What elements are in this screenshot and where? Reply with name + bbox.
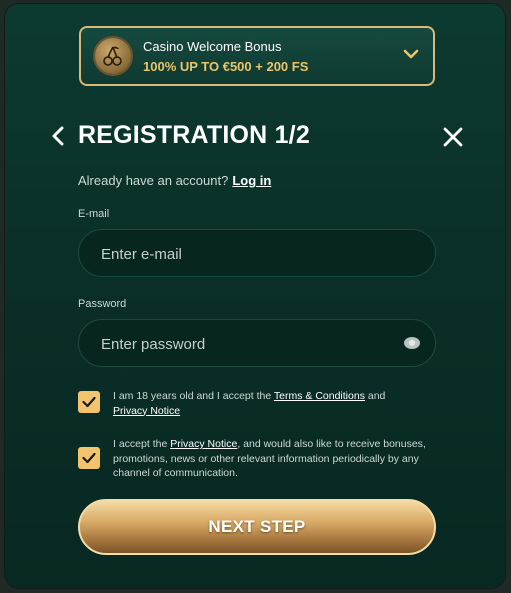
cherry-icon	[95, 38, 131, 74]
email-label: E-mail	[78, 208, 110, 220]
privacy-notice-link[interactable]: Privacy Notice	[113, 405, 180, 417]
page-title: REGISTRATION 1/2	[78, 121, 310, 149]
password-field[interactable]	[99, 320, 393, 368]
age-consent-text: I am 18 years old and I accept the Terms…	[113, 389, 433, 418]
privacy-notice-link[interactable]: Privacy Notice	[170, 438, 237, 450]
login-prompt: Already have an account? Log in	[78, 173, 271, 188]
bonus-title: Casino Welcome Bonus	[143, 39, 282, 54]
back-arrow-icon[interactable]	[51, 126, 65, 146]
bonus-offer: 100% UP TO €500 + 200 FS	[143, 59, 309, 74]
next-step-button[interactable]: NEXT STEP	[78, 499, 436, 555]
welcome-bonus-dropdown[interactable]: Casino Welcome Bonus 100% UP TO €500 + 2…	[79, 26, 435, 86]
password-field-wrapper	[78, 319, 436, 368]
checkmark-icon	[82, 396, 96, 408]
checkmark-icon	[82, 452, 96, 464]
age-consent-checkbox[interactable]	[78, 391, 100, 413]
marketing-consent-text: I accept the Privacy Notice, and would a…	[113, 437, 433, 481]
close-icon[interactable]	[442, 126, 464, 148]
login-link[interactable]: Log in	[232, 173, 271, 188]
age-consent-mid: and	[364, 390, 386, 402]
marketing-consent-prefix: I accept the	[113, 438, 171, 450]
terms-link[interactable]: Terms & Conditions	[274, 390, 365, 402]
registration-modal: Casino Welcome Bonus 100% UP TO €500 + 2…	[5, 4, 505, 588]
chevron-down-icon[interactable]	[403, 48, 419, 60]
login-prompt-text: Already have an account?	[78, 173, 229, 188]
password-label: Password	[78, 298, 127, 310]
email-field[interactable]	[99, 230, 393, 278]
email-field-wrapper	[78, 229, 436, 278]
marketing-consent-checkbox[interactable]	[78, 447, 100, 469]
show-password-icon[interactable]	[403, 336, 421, 350]
age-consent-prefix: I am 18 years old and I accept the	[113, 390, 274, 402]
